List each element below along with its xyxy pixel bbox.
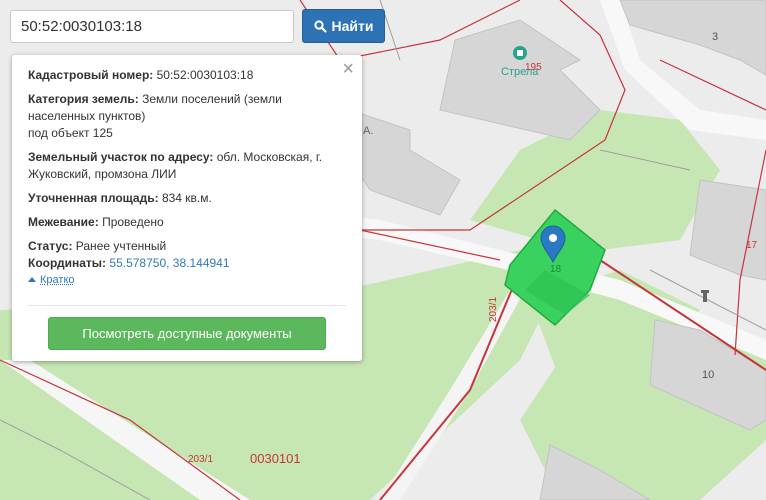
cadastral-label: Кадастровый номер:: [28, 68, 154, 82]
coords-row: Координаты: 55.578750, 38.144941: [28, 255, 346, 272]
coords-link[interactable]: 55.578750, 38.144941: [109, 256, 229, 270]
search-button[interactable]: Найти: [302, 9, 385, 43]
label-2031-bottom: 203/1: [188, 454, 213, 465]
status-label: Статус:: [28, 239, 73, 253]
coords-label: Координаты:: [28, 256, 107, 270]
area-value: 834 кв.м.: [161, 191, 212, 205]
address-label: Земельный участок по адресу:: [28, 150, 214, 164]
search-input[interactable]: [10, 10, 294, 43]
status-row: Статус: Ранее учтенный: [28, 238, 346, 255]
survey-label: Межевание:: [28, 215, 99, 229]
view-documents-label: Посмотреть доступные документы: [82, 326, 292, 341]
view-documents-button[interactable]: Посмотреть доступные документы: [48, 317, 326, 350]
search-icon: [313, 19, 327, 33]
search-button-label: Найти: [331, 18, 374, 34]
cadastral-row: Кадастровый номер: 50:52:0030103:18: [28, 67, 346, 84]
category-label: Категория земель:: [28, 92, 139, 106]
label-17: 17: [746, 240, 758, 251]
category-row: Категория земель: Земли поселений (земли…: [28, 91, 346, 142]
label-195: 195: [525, 62, 542, 73]
status-value: Ранее учтенный: [75, 239, 167, 253]
toggle-brief-link[interactable]: Кратко: [28, 274, 346, 286]
label-quarter: 0030101: [250, 451, 301, 466]
cadastral-value: 50:52:0030103:18: [156, 68, 254, 82]
survey-value: Проведено: [102, 215, 164, 229]
parcel-info-popup: × Кадастровый номер: 50:52:0030103:18 Ка…: [12, 55, 362, 361]
area-row: Уточненная площадь: 834 кв.м.: [28, 190, 346, 207]
label-a-fragment: А.: [363, 125, 373, 137]
survey-row: Межевание: Проведено: [28, 214, 346, 231]
label-3: 3: [712, 31, 718, 43]
area-label: Уточненная площадь:: [28, 191, 159, 205]
address-row: Земельный участок по адресу: обл. Москов…: [28, 149, 346, 183]
toggle-brief-label: Кратко: [40, 274, 75, 286]
triangle-up-icon: [28, 277, 36, 282]
poi-strela-icon: [513, 46, 527, 60]
category-extra: под объект 125: [28, 126, 113, 140]
close-icon[interactable]: ×: [342, 59, 354, 79]
label-2031-vertical: 203/1: [488, 297, 499, 322]
label-10: 10: [702, 369, 714, 381]
popup-divider: [28, 305, 346, 306]
label-18: 18: [550, 264, 562, 275]
